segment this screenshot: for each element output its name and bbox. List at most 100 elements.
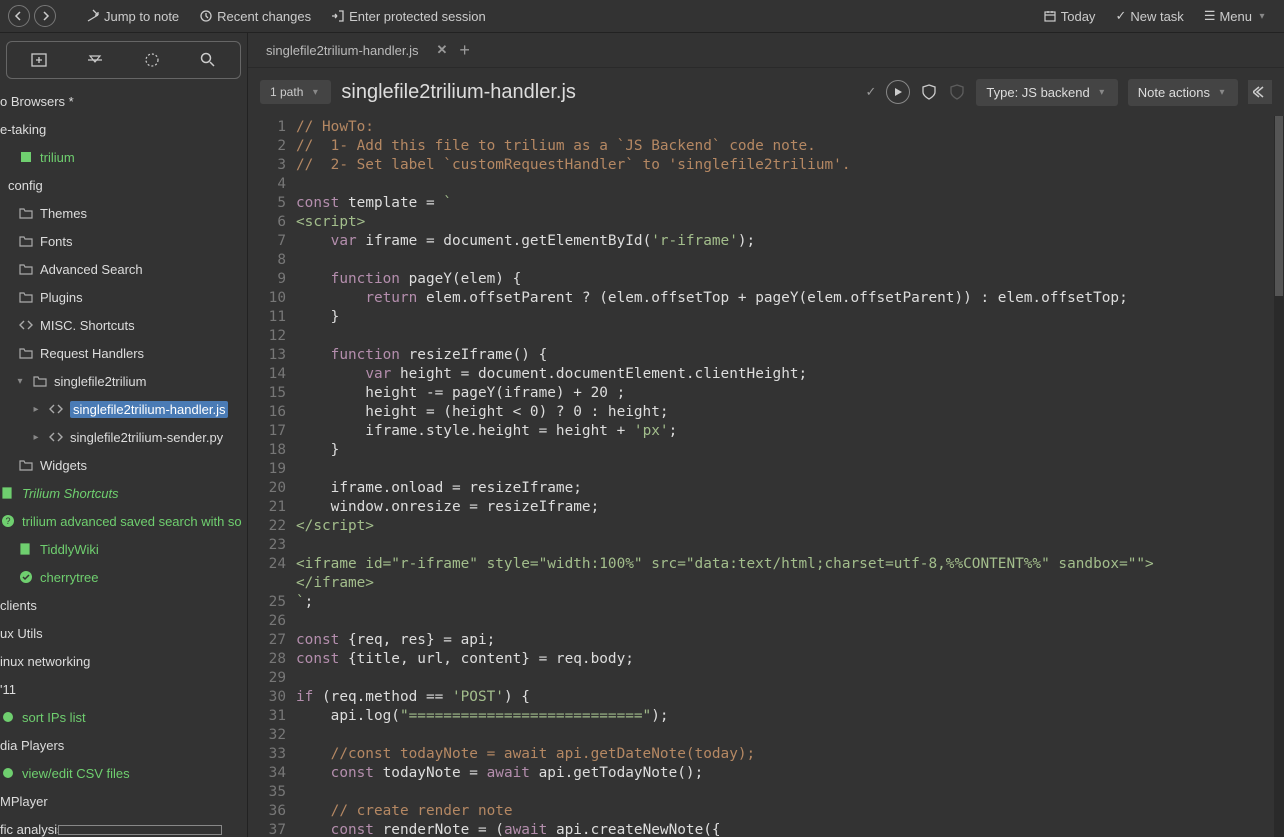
tree-item-label: singlefile2trilium	[54, 374, 146, 389]
note-type-dropdown[interactable]: Type: JS backend ▾	[976, 79, 1117, 106]
chevron-right-icon[interactable]: ▸	[30, 432, 42, 443]
new-task-button[interactable]: ✓ New task	[1107, 4, 1191, 28]
tree-item-label: Advanced Search	[40, 262, 143, 277]
tree-item[interactable]: sort IPs list	[0, 703, 247, 731]
tree-item[interactable]: ? trilium advanced saved search with so	[0, 507, 247, 535]
enter-protected-button[interactable]: Enter protected session	[323, 5, 494, 28]
tree-item-label: trilium advanced saved search with so	[22, 514, 242, 529]
new-note-icon[interactable]	[25, 48, 53, 72]
hamburger-icon: ☰	[1204, 8, 1216, 24]
title-row: 1 path ▾ singlefile2trilium-handler.js ✓…	[248, 68, 1284, 116]
tree-item[interactable]: ▾ singlefile2trilium	[0, 367, 247, 395]
chevron-down-icon[interactable]: ▾	[14, 376, 26, 387]
check-icon: ✓	[865, 84, 876, 100]
top-bar: Jump to note Recent changes Enter protec…	[0, 0, 1284, 33]
path-dropdown[interactable]: 1 path ▾	[260, 80, 331, 104]
tree-item[interactable]: Themes	[0, 199, 247, 227]
tree-item[interactable]: ▸singlefile2trilium-handler.js	[0, 395, 247, 423]
tree-item[interactable]: '11	[0, 675, 247, 703]
nav-back-button[interactable]	[8, 5, 30, 27]
tree-item-label: Themes	[40, 206, 87, 221]
tree-item[interactable]: view/edit CSV files	[0, 759, 247, 787]
tree-item[interactable]: trilium	[0, 143, 247, 171]
tree-item-label: MPlayer	[0, 794, 48, 809]
tree-item[interactable]: clients	[0, 591, 247, 619]
tree-item-label: Plugins	[40, 290, 83, 305]
tree-item[interactable]: dia Players	[0, 731, 247, 759]
folder-icon	[18, 289, 34, 305]
tree-item[interactable]: Request Handlers	[0, 339, 247, 367]
book-icon	[18, 541, 34, 557]
tab-title: singlefile2trilium-handler.js	[266, 43, 418, 58]
folder-icon	[32, 373, 48, 389]
tree-item[interactable]: Trilium Shortcuts	[0, 479, 247, 507]
tree-item-label: clients	[0, 598, 37, 613]
chevron-right-icon[interactable]: ▸	[30, 404, 42, 415]
scrollbar-thumb[interactable]	[1275, 116, 1283, 296]
tree-item[interactable]: Plugins	[0, 283, 247, 311]
folder-icon	[18, 205, 34, 221]
code-icon	[18, 317, 34, 333]
tree-item[interactable]: Fonts	[0, 227, 247, 255]
tree-item-label: '11	[0, 682, 16, 697]
tree-item[interactable]: e-taking	[0, 115, 247, 143]
code-content[interactable]: // HowTo:// 1- Add this file to trilium …	[294, 116, 1284, 837]
tab-close-button[interactable]: ✕	[436, 42, 447, 58]
tree-item[interactable]: MISC. Shortcuts	[0, 311, 247, 339]
tree-item[interactable]: Widgets	[0, 451, 247, 479]
tree-item-label: e-taking	[0, 122, 46, 137]
tree-item-label: TiddlyWiki	[40, 542, 99, 557]
collapse-tree-icon[interactable]	[81, 48, 109, 72]
note-tree[interactable]: o Browsers * e-taking trilium config Theme…	[0, 85, 247, 837]
vertical-scrollbar[interactable]	[1274, 116, 1284, 837]
scroll-to-active-icon[interactable]	[138, 48, 166, 72]
dot-icon	[0, 709, 16, 725]
code-editor[interactable]: 1234567891011121314151617181920212223242…	[248, 116, 1284, 837]
tree-item[interactable]: inux networking	[0, 647, 247, 675]
tree-item-label: o Browsers *	[0, 94, 74, 109]
actions-label: Note actions	[1138, 85, 1210, 100]
tree-item[interactable]: config	[0, 171, 247, 199]
folder-icon	[18, 261, 34, 277]
tree-item[interactable]: Advanced Search	[0, 255, 247, 283]
today-button[interactable]: Today	[1035, 5, 1104, 28]
tree-item-label: Fonts	[40, 234, 73, 249]
tree-item[interactable]: o Browsers *	[0, 87, 247, 115]
note-actions-dropdown[interactable]: Note actions ▾	[1128, 79, 1238, 106]
tree-item[interactable]: TiddlyWiki	[0, 535, 247, 563]
collapse-ribbon-button[interactable]	[1248, 80, 1272, 104]
recent-changes-button[interactable]: Recent changes	[191, 5, 319, 28]
tree-item[interactable]: MPlayer	[0, 787, 247, 815]
tree-item[interactable]: cherrytree	[0, 563, 247, 591]
shield-icon[interactable]	[920, 83, 938, 101]
tree-item-label: Request Handlers	[40, 346, 144, 361]
tree-item-label: singlefile2trilium-sender.py	[70, 430, 223, 445]
shield-outline-icon[interactable]	[948, 83, 966, 101]
tab-active[interactable]: singlefile2trilium-handler.js	[260, 39, 424, 62]
tab-bar: singlefile2trilium-handler.js ✕ +	[248, 33, 1284, 68]
jump-to-note-button[interactable]: Jump to note	[78, 5, 187, 28]
check-icon: ✓	[1115, 8, 1126, 24]
sidebar: o Browsers * e-taking trilium config Theme…	[0, 33, 248, 837]
code-icon	[48, 429, 64, 445]
tree-item[interactable]: ux Utils	[0, 619, 247, 647]
tree-item-label: config	[8, 178, 43, 193]
horizontal-scrollbar[interactable]	[58, 825, 222, 835]
chevron-down-icon: ▾	[1256, 11, 1268, 22]
search-icon[interactable]	[194, 48, 222, 72]
run-button[interactable]	[886, 80, 910, 104]
nav-forward-button[interactable]	[34, 5, 56, 27]
note-title[interactable]: singlefile2trilium-handler.js	[341, 81, 855, 104]
code-icon	[48, 401, 64, 417]
menu-label: Menu	[1219, 9, 1252, 24]
menu-button[interactable]: ☰ Menu ▾	[1196, 4, 1276, 28]
chevron-down-icon: ▾	[309, 87, 321, 98]
folder-icon	[18, 345, 34, 361]
tree-item[interactable]: ▸ singlefile2trilium-sender.py	[0, 423, 247, 451]
tab-add-button[interactable]: +	[459, 40, 470, 61]
jump-label: Jump to note	[104, 9, 179, 24]
type-label: Type: JS backend	[986, 85, 1089, 100]
tree-item-label: inux networking	[0, 654, 90, 669]
book-icon	[0, 485, 16, 501]
svg-text:?: ?	[5, 516, 10, 526]
